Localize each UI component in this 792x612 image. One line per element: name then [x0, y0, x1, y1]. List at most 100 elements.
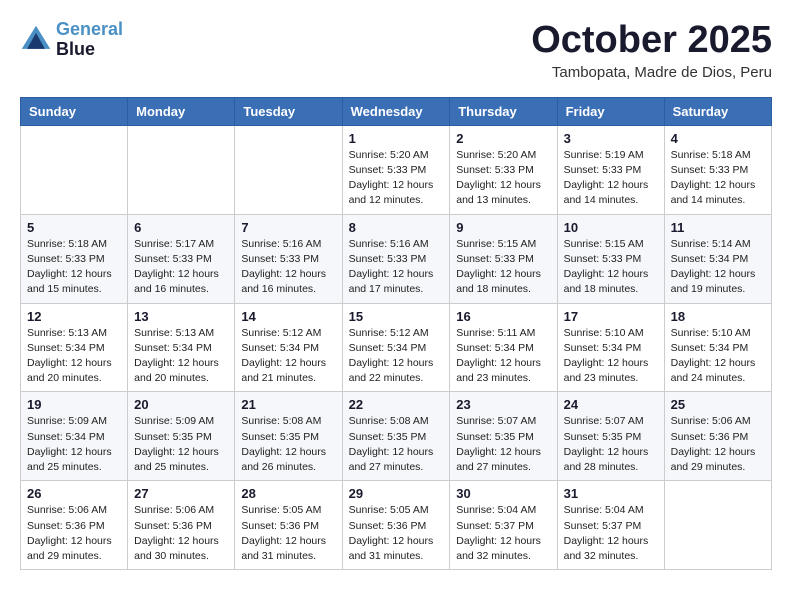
calendar-week-row: 19Sunrise: 5:09 AM Sunset: 5:34 PM Dayli… — [21, 392, 772, 481]
calendar-cell: 29Sunrise: 5:05 AM Sunset: 5:36 PM Dayli… — [342, 481, 450, 570]
calendar-cell: 27 Sunrise: 5:06 AM Sunset: 5:36 PM Dayli… — [128, 481, 235, 570]
calendar-cell — [235, 125, 342, 214]
logo: General Blue — [20, 20, 123, 60]
day-info: Sunrise: 5:11 AM Sunset: 5:34 PM Dayligh… — [456, 326, 550, 387]
day-number: 14 — [241, 309, 335, 324]
day-number: 26 — [27, 486, 121, 501]
day-info: Sunrise: 5:16 AM Sunset: 5:33 PM Dayligh… — [349, 237, 444, 298]
calendar-header-row: SundayMondayTuesdayWednesdayThursdayFrid… — [21, 97, 772, 125]
day-info: Sunrise: 5:06 AM Sunset: 5:36 PM Dayligh… — [134, 503, 228, 564]
calendar-cell: 1 Sunrise: 5:20 AM Sunset: 5:33 PM Daylig… — [342, 125, 450, 214]
day-number: 3 — [564, 131, 658, 146]
day-info: Sunrise: 5:04 AM Sunset: 5:37 PM Dayligh… — [564, 503, 658, 564]
day-info: Sunrise: 5:04 AM Sunset: 5:37 PM Dayligh… — [456, 503, 550, 564]
calendar-cell: 8 Sunrise: 5:16 AM Sunset: 5:33 PM Daylig… — [342, 214, 450, 303]
day-number: 31 — [564, 486, 658, 501]
day-info: Sunrise: 5:05 AM Sunset: 5:36 PM Dayligh… — [241, 503, 335, 564]
calendar-cell: 3 Sunrise: 5:19 AM Sunset: 5:33 PM Daylig… — [557, 125, 664, 214]
day-number: 5 — [27, 220, 121, 235]
day-info: Sunrise: 5:12 AM Sunset: 5:34 PM Dayligh… — [241, 326, 335, 387]
title-block: October 2025 Tambopata, Madre de Dios, P… — [531, 20, 772, 81]
day-info: Sunrise: 5:10 AM Sunset: 5:34 PM Dayligh… — [564, 326, 658, 387]
day-number: 20 — [134, 397, 228, 412]
calendar-cell: 24Sunrise: 5:07 AM Sunset: 5:35 PM Dayli… — [557, 392, 664, 481]
day-number: 22 — [349, 397, 444, 412]
calendar-cell: 7Sunrise: 5:16 AM Sunset: 5:33 PM Daylig… — [235, 214, 342, 303]
calendar-cell: 31 Sunrise: 5:04 AM Sunset: 5:37 PM Dayli… — [557, 481, 664, 570]
calendar-week-row: 1 Sunrise: 5:20 AM Sunset: 5:33 PM Daylig… — [21, 125, 772, 214]
day-of-week-header: Wednesday — [342, 97, 450, 125]
day-number: 2 — [456, 131, 550, 146]
day-number: 6 — [134, 220, 228, 235]
logo-icon — [20, 24, 52, 56]
calendar-cell: 28 Sunrise: 5:05 AM Sunset: 5:36 PM Dayli… — [235, 481, 342, 570]
day-number: 21 — [241, 397, 335, 412]
calendar-cell: 2Sunrise: 5:20 AM Sunset: 5:33 PM Daylig… — [450, 125, 557, 214]
day-number: 29 — [349, 486, 444, 501]
day-info: Sunrise: 5:09 AM Sunset: 5:35 PM Dayligh… — [134, 414, 228, 475]
day-number: 4 — [671, 131, 765, 146]
location-subtitle: Tambopata, Madre de Dios, Peru — [531, 64, 772, 81]
calendar-cell: 20 Sunrise: 5:09 AM Sunset: 5:35 PM Dayli… — [128, 392, 235, 481]
day-info: Sunrise: 5:20 AM Sunset: 5:33 PM Dayligh… — [349, 148, 444, 209]
calendar-cell: 16 Sunrise: 5:11 AM Sunset: 5:34 PM Dayli… — [450, 303, 557, 392]
day-number: 18 — [671, 309, 765, 324]
day-info: Sunrise: 5:06 AM Sunset: 5:36 PM Dayligh… — [27, 503, 121, 564]
calendar-cell: 23 Sunrise: 5:07 AM Sunset: 5:35 PM Dayli… — [450, 392, 557, 481]
day-of-week-header: Saturday — [664, 97, 771, 125]
day-info: Sunrise: 5:18 AM Sunset: 5:33 PM Dayligh… — [27, 237, 121, 298]
day-info: Sunrise: 5:06 AM Sunset: 5:36 PM Dayligh… — [671, 414, 765, 475]
calendar-cell: 6Sunrise: 5:17 AM Sunset: 5:33 PM Daylig… — [128, 214, 235, 303]
calendar-cell: 19Sunrise: 5:09 AM Sunset: 5:34 PM Dayli… — [21, 392, 128, 481]
day-number: 30 — [456, 486, 550, 501]
day-info: Sunrise: 5:09 AM Sunset: 5:34 PM Dayligh… — [27, 414, 121, 475]
calendar-table: SundayMondayTuesdayWednesdayThursdayFrid… — [20, 97, 772, 570]
logo-text: General Blue — [56, 20, 123, 60]
day-of-week-header: Sunday — [21, 97, 128, 125]
calendar-week-row: 26 Sunrise: 5:06 AM Sunset: 5:36 PM Dayli… — [21, 481, 772, 570]
calendar-cell — [128, 125, 235, 214]
calendar-cell: 4 Sunrise: 5:18 AM Sunset: 5:33 PM Daylig… — [664, 125, 771, 214]
day-info: Sunrise: 5:07 AM Sunset: 5:35 PM Dayligh… — [564, 414, 658, 475]
day-number: 10 — [564, 220, 658, 235]
day-number: 11 — [671, 220, 765, 235]
day-number: 17 — [564, 309, 658, 324]
day-number: 16 — [456, 309, 550, 324]
calendar-cell: 14 Sunrise: 5:12 AM Sunset: 5:34 PM Dayli… — [235, 303, 342, 392]
day-info: Sunrise: 5:07 AM Sunset: 5:35 PM Dayligh… — [456, 414, 550, 475]
day-info: Sunrise: 5:12 AM Sunset: 5:34 PM Dayligh… — [349, 326, 444, 387]
day-info: Sunrise: 5:16 AM Sunset: 5:33 PM Dayligh… — [241, 237, 335, 298]
day-info: Sunrise: 5:13 AM Sunset: 5:34 PM Dayligh… — [27, 326, 121, 387]
page-header: General Blue October 2025 Tambopata, Mad… — [20, 20, 772, 81]
day-number: 23 — [456, 397, 550, 412]
day-info: Sunrise: 5:08 AM Sunset: 5:35 PM Dayligh… — [349, 414, 444, 475]
day-info: Sunrise: 5:15 AM Sunset: 5:33 PM Dayligh… — [564, 237, 658, 298]
day-of-week-header: Monday — [128, 97, 235, 125]
day-number: 28 — [241, 486, 335, 501]
calendar-week-row: 5 Sunrise: 5:18 AM Sunset: 5:33 PM Daylig… — [21, 214, 772, 303]
calendar-cell: 22 Sunrise: 5:08 AM Sunset: 5:35 PM Dayli… — [342, 392, 450, 481]
day-number: 1 — [349, 131, 444, 146]
day-info: Sunrise: 5:08 AM Sunset: 5:35 PM Dayligh… — [241, 414, 335, 475]
day-info: Sunrise: 5:10 AM Sunset: 5:34 PM Dayligh… — [671, 326, 765, 387]
day-number: 15 — [349, 309, 444, 324]
calendar-cell: 30 Sunrise: 5:04 AM Sunset: 5:37 PM Dayli… — [450, 481, 557, 570]
day-number: 8 — [349, 220, 444, 235]
calendar-cell: 25 Sunrise: 5:06 AM Sunset: 5:36 PM Dayli… — [664, 392, 771, 481]
day-info: Sunrise: 5:13 AM Sunset: 5:34 PM Dayligh… — [134, 326, 228, 387]
calendar-cell — [21, 125, 128, 214]
calendar-cell: 18 Sunrise: 5:10 AM Sunset: 5:34 PM Dayli… — [664, 303, 771, 392]
day-number: 25 — [671, 397, 765, 412]
day-number: 27 — [134, 486, 228, 501]
calendar-cell: 21 Sunrise: 5:08 AM Sunset: 5:35 PM Dayli… — [235, 392, 342, 481]
calendar-week-row: 12Sunrise: 5:13 AM Sunset: 5:34 PM Dayli… — [21, 303, 772, 392]
day-info: Sunrise: 5:19 AM Sunset: 5:33 PM Dayligh… — [564, 148, 658, 209]
calendar-cell: 26 Sunrise: 5:06 AM Sunset: 5:36 PM Dayli… — [21, 481, 128, 570]
day-info: Sunrise: 5:14 AM Sunset: 5:34 PM Dayligh… — [671, 237, 765, 298]
day-info: Sunrise: 5:18 AM Sunset: 5:33 PM Dayligh… — [671, 148, 765, 209]
day-number: 9 — [456, 220, 550, 235]
month-title: October 2025 — [531, 20, 772, 62]
calendar-cell: 13Sunrise: 5:13 AM Sunset: 5:34 PM Dayli… — [128, 303, 235, 392]
calendar-cell: 10 Sunrise: 5:15 AM Sunset: 5:33 PM Dayli… — [557, 214, 664, 303]
calendar-cell: 5 Sunrise: 5:18 AM Sunset: 5:33 PM Daylig… — [21, 214, 128, 303]
